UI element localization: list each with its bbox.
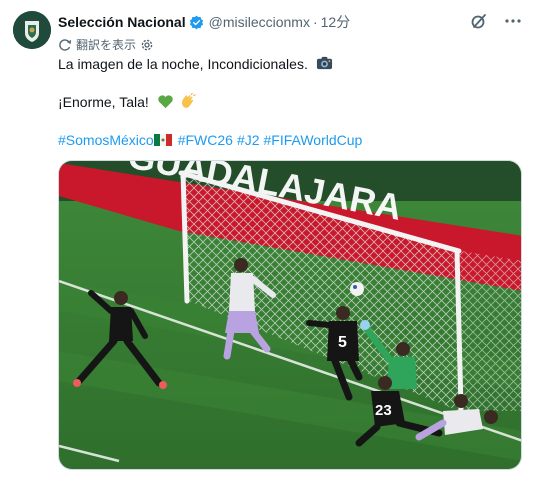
hashtag-j2[interactable]: #J2 <box>237 131 260 149</box>
show-translation-link[interactable]: 翻訳を表示 <box>76 36 136 53</box>
timestamp[interactable]: 12分 <box>321 12 351 32</box>
soccer-goal-photo: GUADALAJARA <box>59 161 521 469</box>
tweet-photo[interactable]: GUADALAJARA <box>58 160 522 470</box>
hashtag-somosmexico-text: #SomosMéxico <box>58 132 154 148</box>
translate-row: 翻訳を表示 <box>58 36 154 53</box>
verified-badge-icon <box>189 15 203 29</box>
clap-emoji <box>181 93 196 108</box>
player-number-5-text: 5 <box>338 334 347 351</box>
hashtags-line: #SomosMéxico #FWC26 #J2 #FIFAWorldCup <box>58 131 362 149</box>
grok-icon[interactable] <box>470 12 488 30</box>
camera-emoji <box>316 56 332 70</box>
green-heart-emoji <box>157 95 173 109</box>
tweet-text-line2: ¡Enorme, Tala! <box>58 93 196 111</box>
translate-icon <box>58 38 72 52</box>
hashtag-fwc26[interactable]: #FWC26 <box>178 131 233 149</box>
avatar[interactable] <box>13 11 51 49</box>
handle[interactable]: @misileccionmx <box>209 14 310 30</box>
crest-icon <box>13 11 51 49</box>
hashtag-somosmexico[interactable]: #SomosMéxico <box>58 131 174 149</box>
hashtag-fifaworldcup[interactable]: #FIFAWorldCup <box>264 131 363 149</box>
tweet-line1-text: La imagen de la noche, Incondicionales. <box>58 56 308 72</box>
tweet-line2-text: ¡Enorme, Tala! <box>58 94 149 110</box>
tweet: Selección Nacional @misileccionmx · 12分 <box>0 0 536 477</box>
player-number-23-text: 23 <box>375 402 392 419</box>
display-name[interactable]: Selección Nacional <box>58 14 186 30</box>
tweet-header: Selección Nacional @misileccionmx · 12分 <box>58 13 350 31</box>
mexico-flag-emoji <box>153 134 172 146</box>
tweet-text-line1: La imagen de la noche, Incondicionales. <box>58 55 333 73</box>
gear-icon[interactable] <box>140 38 154 52</box>
more-icon[interactable] <box>504 12 522 30</box>
top-actions <box>470 12 522 30</box>
separator-dot: · <box>312 14 318 30</box>
